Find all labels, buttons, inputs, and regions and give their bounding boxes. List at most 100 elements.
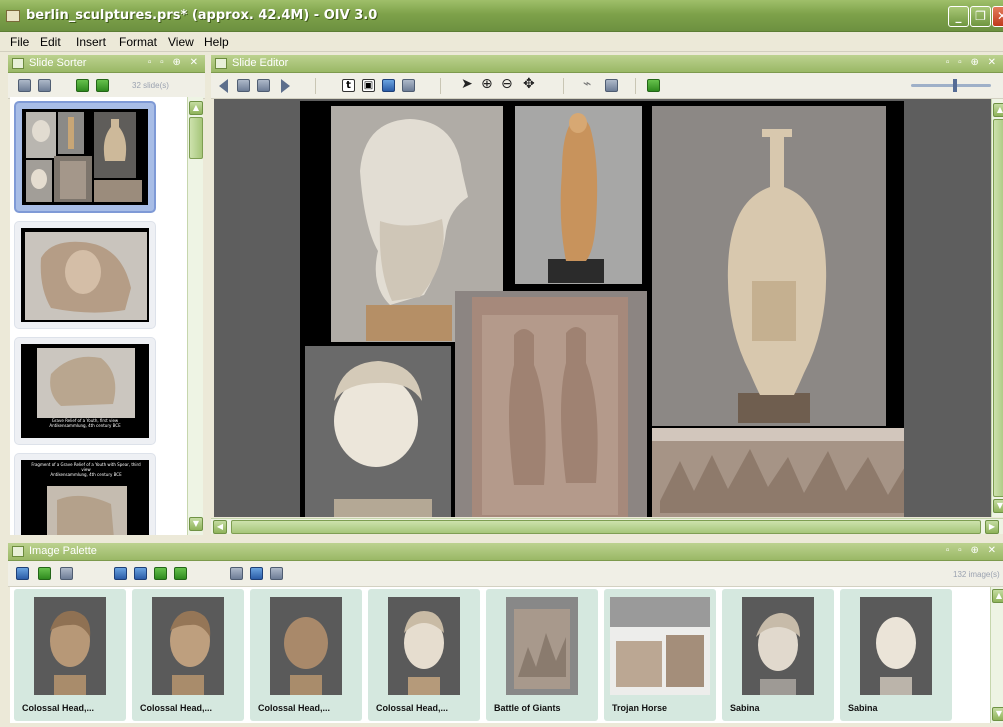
slide-caption: Grave Relief of a Youth, first view Anti…: [49, 418, 121, 428]
zoom-in-icon[interactable]: ⊕: [481, 76, 493, 92]
slide-caption: Fragment of a Grave Relief of a Youth wi…: [31, 462, 141, 477]
crop-icon[interactable]: [605, 79, 618, 92]
add-image-icon[interactable]: [38, 567, 51, 580]
zoom-out-icon[interactable]: ⊖: [501, 76, 513, 92]
close-icon: ✕: [996, 9, 1003, 23]
panel-controls[interactable]: ▫ ▫ ⊕ ✕: [946, 57, 999, 68]
panel-controls[interactable]: ▫ ▫ ⊕ ✕: [946, 545, 999, 556]
palette-tool-4-icon[interactable]: [174, 567, 187, 580]
slide-thumb-1[interactable]: [14, 101, 156, 213]
image-palette-strip[interactable]: Colossal Head,... Colossal Head,... Colo…: [10, 587, 1003, 723]
small-thumbs-icon[interactable]: [230, 567, 243, 580]
slide-editor-canvas[interactable]: [214, 99, 991, 517]
minimize-icon: _: [955, 9, 962, 23]
scroll-up-icon[interactable]: ▲: [992, 589, 1003, 603]
frame-tool-icon[interactable]: ▣: [362, 79, 375, 92]
slide-thumb-2[interactable]: [14, 221, 156, 329]
palette-item[interactable]: Sabina: [722, 589, 834, 721]
panel-icon: [12, 58, 24, 69]
scroll-down-icon[interactable]: ▼: [993, 499, 1003, 513]
link-icon[interactable]: ⌁: [583, 76, 591, 92]
panel-controls[interactable]: ▫ ▫ ⊕ ✕: [148, 57, 201, 68]
palette-item[interactable]: Trojan Horse: [604, 589, 716, 721]
palette-item[interactable]: Sabina: [840, 589, 952, 721]
prev-slide-icon[interactable]: [219, 79, 228, 93]
palette-tool-3-icon[interactable]: [154, 567, 167, 580]
sorter-view-icon[interactable]: [18, 79, 31, 92]
pan-icon[interactable]: ✥: [523, 76, 535, 92]
scroll-left-icon[interactable]: ◀: [213, 520, 227, 534]
palette-item-label: Colossal Head,...: [376, 703, 449, 713]
slide-editor-vscroll[interactable]: ▲ ▼: [991, 99, 1003, 517]
sorter-grid-icon[interactable]: [38, 79, 51, 92]
palette-tool-1-icon[interactable]: [114, 567, 127, 580]
photo-female-head: [305, 346, 451, 517]
slide-preview-image: [25, 232, 147, 320]
select-arrow-icon[interactable]: ➤: [461, 76, 473, 92]
text-tool-icon[interactable]: t: [342, 79, 355, 92]
scroll-down-icon[interactable]: ▼: [189, 517, 203, 531]
image-tool-icon[interactable]: [382, 79, 395, 92]
export-icon[interactable]: [96, 79, 109, 92]
palette-item[interactable]: Colossal Head,...: [132, 589, 244, 721]
slide-count: 32 slide(s): [132, 81, 169, 90]
slide-canvas[interactable]: [300, 101, 906, 517]
minimize-button[interactable]: _: [948, 6, 969, 27]
slide-preview: [21, 228, 149, 322]
palette-item-label: Sabina: [848, 703, 878, 713]
palette-item[interactable]: Colossal Head,...: [368, 589, 480, 721]
palette-item[interactable]: Colossal Head,...: [14, 589, 126, 721]
palette-tool-2-icon[interactable]: [134, 567, 147, 580]
palette-thumbnail: [860, 597, 932, 695]
scroll-thumb[interactable]: [189, 117, 203, 159]
slide-thumb-3[interactable]: Grave Relief of a Youth, first view Anti…: [14, 337, 156, 445]
last-slide-icon[interactable]: [257, 79, 270, 92]
scroll-up-icon[interactable]: ▲: [189, 101, 203, 115]
scroll-down-icon[interactable]: ▼: [992, 707, 1003, 721]
app-icon: [6, 10, 20, 22]
slide-sorter-toolbar: 32 slide(s): [8, 73, 205, 99]
zoom-slider[interactable]: [911, 79, 991, 92]
slide-sorter-header: Slide Sorter ▫ ▫ ⊕ ✕: [8, 55, 205, 73]
scroll-thumb[interactable]: [993, 119, 1003, 497]
menu-insert[interactable]: Insert: [76, 35, 106, 49]
slide-thumb-4[interactable]: Fragment of a Grave Relief of a Youth wi…: [14, 453, 156, 535]
zoom-slider-handle[interactable]: [953, 79, 957, 92]
next-slide-icon[interactable]: [281, 79, 290, 93]
scroll-right-icon[interactable]: ▶: [985, 520, 999, 534]
image-palette-title: Image Palette: [29, 545, 97, 557]
shape-tool-icon[interactable]: [402, 79, 415, 92]
panel-icon: [215, 58, 227, 69]
menu-help[interactable]: Help: [204, 35, 229, 49]
menu-file[interactable]: File: [10, 35, 29, 49]
large-thumbs-icon[interactable]: [250, 567, 263, 580]
scroll-thumb[interactable]: [231, 520, 981, 534]
close-button[interactable]: ✕: [992, 6, 1003, 27]
list-view-icon[interactable]: [270, 567, 283, 580]
slide-editor-hscroll[interactable]: ◀ ▶: [211, 518, 1003, 534]
photo-standing-figure: [515, 106, 642, 284]
palette-item[interactable]: Battle of Giants: [486, 589, 598, 721]
first-slide-icon[interactable]: [237, 79, 250, 92]
menu-bar: File Edit Insert Format View Help: [0, 32, 1003, 52]
remove-image-icon[interactable]: [60, 567, 73, 580]
photo-lekythos: [652, 106, 886, 426]
flag-icon[interactable]: [647, 79, 660, 92]
slide-sorter-scrollbar[interactable]: ▲ ▼: [187, 97, 203, 535]
palette-item-label: Colossal Head,...: [258, 703, 331, 713]
image-palette-scrollbar[interactable]: ▲ ▼: [990, 587, 1003, 723]
maximize-button[interactable]: ❐: [970, 6, 991, 27]
toolbar-separator: [635, 78, 636, 94]
palette-item[interactable]: Colossal Head,...: [250, 589, 362, 721]
menu-view[interactable]: View: [168, 35, 194, 49]
menu-format[interactable]: Format: [119, 35, 157, 49]
flag-icon[interactable]: [76, 79, 89, 92]
slide-editor-title: Slide Editor: [232, 57, 289, 69]
palette-item-label: Colossal Head,...: [140, 703, 213, 713]
scroll-up-icon[interactable]: ▲: [993, 103, 1003, 117]
import-image-icon[interactable]: [16, 567, 29, 580]
palette-thumbnail: [610, 597, 710, 695]
slide-list[interactable]: Grave Relief of a Youth, first view Anti…: [10, 97, 187, 535]
menu-edit[interactable]: Edit: [40, 35, 61, 49]
slide-editor-toolbar: t ▣ ➤ ⊕ ⊖ ✥ ⌁: [211, 73, 1003, 99]
